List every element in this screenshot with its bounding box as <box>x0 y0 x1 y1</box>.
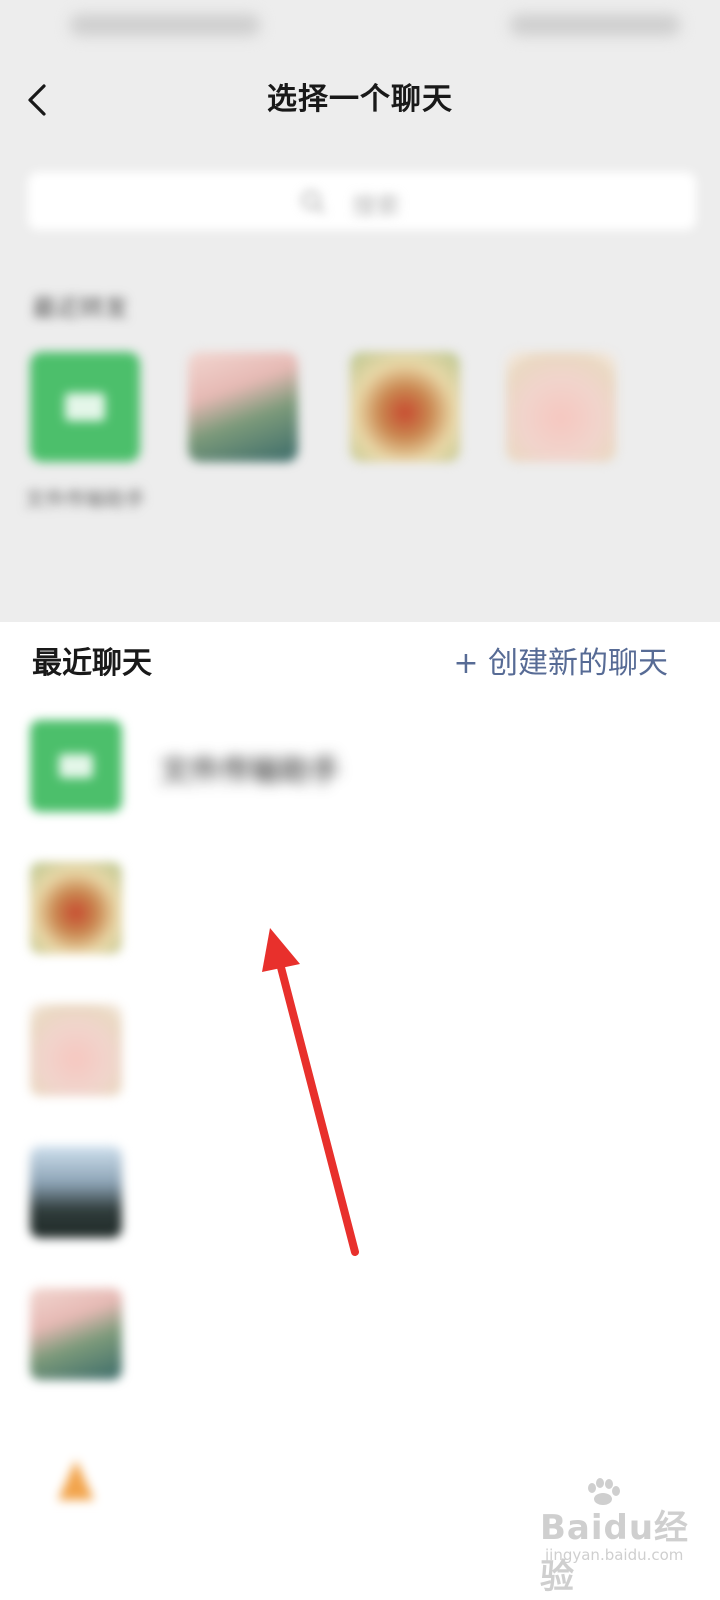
avatar <box>30 1430 122 1522</box>
avatar <box>30 1004 122 1096</box>
page-title: 选择一个聊天 <box>267 82 453 117</box>
file-transfer-icon <box>59 754 93 778</box>
list-item[interactable]: 文件传输助手 <box>0 700 720 842</box>
orange-shape-icon <box>58 1460 94 1500</box>
avatar <box>506 352 616 462</box>
list-item[interactable] <box>0 842 720 984</box>
avatar <box>30 862 122 954</box>
recent-chats-title: 最近聊天 <box>32 646 152 681</box>
frequent-section-label: 最近转发 <box>32 294 128 322</box>
frequent-item[interactable]: 文件传输助手 <box>20 352 150 514</box>
watermark-url: jingyan.baidu.com <box>545 1546 684 1564</box>
avatar <box>30 352 140 462</box>
list-item[interactable] <box>0 1268 720 1410</box>
chat-name: 文件传输助手 <box>160 754 340 789</box>
frequent-item[interactable] <box>178 352 308 484</box>
avatar <box>30 720 122 812</box>
status-bar-right <box>510 14 680 36</box>
avatar <box>188 352 298 462</box>
file-transfer-icon <box>65 393 105 421</box>
list-item[interactable] <box>0 1126 720 1268</box>
avatar <box>30 1288 122 1380</box>
search-icon <box>301 190 326 215</box>
frequent-item-name: 文件传输助手 <box>25 487 145 511</box>
create-new-chat-button[interactable]: + 创建新的聊天 <box>453 638 668 682</box>
status-bar-left <box>70 14 260 36</box>
list-item[interactable] <box>0 984 720 1126</box>
frequent-item[interactable] <box>340 352 470 484</box>
search-placeholder: 搜索 <box>352 192 400 220</box>
frequent-item[interactable] <box>496 352 626 484</box>
avatar <box>350 352 460 462</box>
avatar <box>30 1146 122 1238</box>
